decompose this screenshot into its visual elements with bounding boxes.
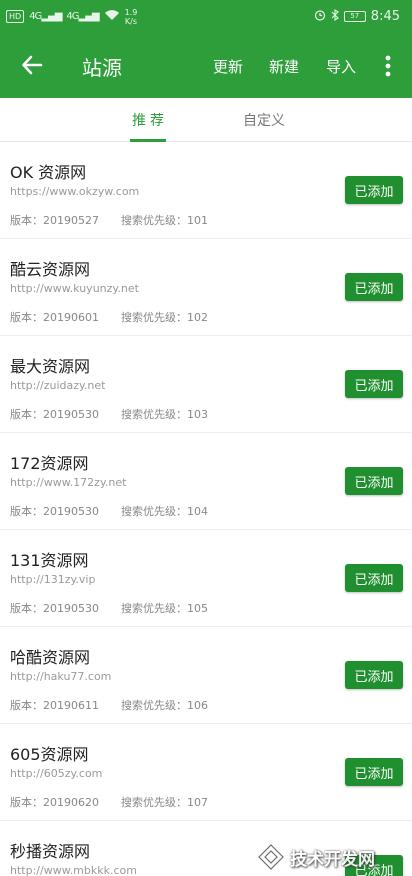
source-name: 605资源网 (10, 745, 89, 764)
wifi-icon (104, 9, 120, 24)
speed-value: 1.9 (124, 7, 138, 17)
tab-custom[interactable]: 自定义 (243, 110, 285, 130)
source-priority: 搜索优先级：103 (121, 408, 208, 421)
source-priority: 搜索优先级：105 (121, 602, 208, 615)
source-version: 版本：20190611 (10, 699, 99, 712)
source-name: 172资源网 (10, 454, 89, 473)
source-priority: 搜索优先级：104 (121, 505, 208, 518)
source-url: http://131zy.vip (10, 573, 96, 586)
source-version: 版本：20190601 (10, 311, 99, 324)
source-name: 131资源网 (10, 551, 89, 570)
tab-bar: 推荐 自定义 (0, 98, 412, 142)
back-button[interactable] (14, 47, 50, 83)
source-meta: 版本：20190530 搜索优先级：104 (10, 503, 208, 519)
network-speed: 1.9 K/s (125, 8, 138, 26)
alarm-icon (314, 9, 326, 24)
source-url: https://www.okzyw.com (10, 185, 140, 198)
status-right: 57 8:45 (314, 8, 400, 24)
source-version: 版本：20190620 (10, 796, 99, 809)
added-button[interactable]: 已添加 (345, 467, 403, 495)
clock: 8:45 (370, 9, 400, 24)
update-button[interactable]: 更新 (213, 56, 243, 77)
source-meta: 版本：20190530 搜索优先级：103 (10, 406, 208, 422)
page-title: 站源 (82, 56, 122, 80)
list-item[interactable]: 131资源网 http://131zy.vip 版本：20190530 搜索优先级… (0, 530, 412, 627)
list-item[interactable]: 最大资源网 http://zuidazy.net 版本：20190530 搜索优先… (0, 336, 412, 433)
list-item[interactable]: OK 资源网 https://www.okzyw.com 版本：20190527… (0, 142, 412, 239)
new-button[interactable]: 新建 (269, 56, 299, 77)
list-item[interactable]: 172资源网 http://www.172zy.net 版本：20190530 搜… (0, 433, 412, 530)
source-url: http://www.mbkkk.com (10, 864, 137, 876)
source-meta: 版本：20190601 搜索优先级：102 (10, 309, 208, 325)
source-meta: 版本：20190530 搜索优先级：105 (10, 600, 208, 616)
source-name: 最大资源网 (10, 357, 91, 376)
signal-label-1: 4G (29, 11, 42, 22)
source-version: 版本：20190527 (10, 214, 99, 227)
signal-icon-2: 4G▂▄▆ (66, 11, 99, 22)
source-url: http://zuidazy.net (10, 379, 106, 392)
source-priority: 搜索优先级：106 (121, 699, 208, 712)
import-button[interactable]: 导入 (326, 56, 356, 77)
added-button[interactable]: 已添加 (345, 176, 403, 204)
added-button[interactable]: 已添加 (345, 661, 403, 689)
source-name: 秒播资源网 (10, 842, 91, 861)
source-priority: 搜索优先级：102 (121, 311, 208, 324)
source-name: 酷云资源网 (10, 260, 91, 279)
more-button[interactable] (378, 51, 398, 81)
tab-recommended[interactable]: 推荐 (132, 110, 168, 130)
signal-label-2: 4G (66, 11, 79, 22)
source-meta: 版本：20190527 搜索优先级：101 (10, 212, 208, 228)
source-version: 版本：20190530 (10, 505, 99, 518)
added-button[interactable]: 已添加 (345, 370, 403, 398)
source-name: 哈酷资源网 (10, 648, 91, 667)
list-item[interactable]: 605资源网 http://605zy.com 版本：20190620 搜索优先级… (0, 724, 412, 821)
source-priority: 搜索优先级：107 (121, 796, 208, 809)
more-vertical-icon (385, 55, 391, 77)
added-button[interactable]: 已添加 (345, 758, 403, 786)
added-button[interactable]: 已添加 (345, 273, 403, 301)
added-button[interactable]: 已添加 (345, 855, 403, 876)
source-url: http://www.172zy.net (10, 476, 127, 489)
source-version: 版本：20190530 (10, 408, 99, 421)
list-item[interactable]: 哈酷资源网 http://haku77.com 版本：20190611 搜索优先级… (0, 627, 412, 724)
status-bar: HD 4G▂▄▆ 4G▂▄▆ 1.9 K/s 57 8:45 (0, 0, 412, 33)
status-left: HD 4G▂▄▆ 4G▂▄▆ 1.9 K/s (6, 8, 137, 26)
source-priority: 搜索优先级：101 (121, 214, 208, 227)
source-meta: 版本：20190611 搜索优先级：106 (10, 697, 208, 713)
speed-unit: K/s (124, 16, 138, 26)
list-item[interactable]: 秒播资源网 http://www.mbkkk.com 已添加 (0, 821, 412, 876)
source-url: http://haku77.com (10, 670, 112, 683)
app-header: HD 4G▂▄▆ 4G▂▄▆ 1.9 K/s 57 8:45 站源 更新 新建 … (0, 0, 412, 98)
source-version: 版本：20190530 (10, 602, 99, 615)
bluetooth-icon (331, 8, 339, 24)
toolbar: 站源 更新 新建 导入 (0, 33, 412, 98)
arrow-left-icon (22, 55, 43, 75)
hd-badge: HD (6, 10, 25, 23)
source-name: OK 资源网 (10, 163, 87, 182)
added-button[interactable]: 已添加 (345, 564, 403, 592)
list-item[interactable]: 酷云资源网 http://www.kuyunzy.net 版本：20190601… (0, 239, 412, 336)
source-url: http://605zy.com (10, 767, 103, 780)
source-list: OK 资源网 https://www.okzyw.com 版本：20190527… (0, 142, 412, 876)
battery-icon: 57 (343, 11, 366, 22)
source-url: http://www.kuyunzy.net (10, 282, 139, 295)
signal-icon: 4G▂▄▆ (29, 11, 62, 22)
source-meta: 版本：20190620 搜索优先级：107 (10, 794, 208, 810)
